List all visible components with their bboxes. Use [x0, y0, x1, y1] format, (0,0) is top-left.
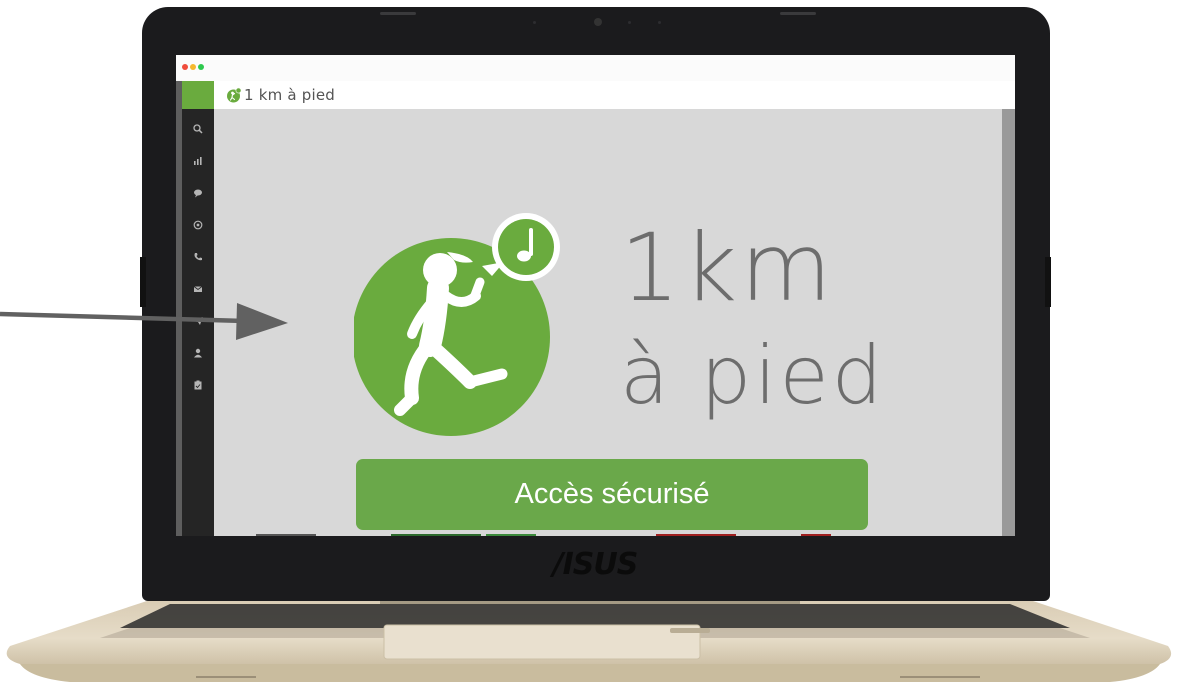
clipboard-icon[interactable] [192, 379, 204, 391]
strip-segment [486, 534, 536, 536]
scrollbar-track[interactable] [1002, 109, 1015, 536]
sidebar-logo-tile[interactable] [182, 81, 214, 109]
webcam [594, 18, 602, 26]
secure-access-button[interactable]: Accès sécurisé [356, 459, 868, 530]
bar-chart-icon[interactable] [192, 155, 204, 167]
laptop-base [0, 598, 1177, 685]
app-logo-icon[interactable] [226, 87, 242, 103]
laptop-base-shape [6, 600, 1172, 682]
user-icon[interactable] [192, 347, 204, 359]
strip-segment [256, 534, 316, 536]
chat-bubble-icon[interactable] [192, 187, 204, 199]
window-minimize-dot[interactable] [190, 64, 196, 70]
laptop-mockup: 1 km à pied 1km à pied Accès sécurisé /I… [0, 0, 1177, 685]
lid-highlight [380, 12, 416, 15]
camera-sensor [628, 21, 631, 24]
window-maximize-dot[interactable] [198, 64, 204, 70]
at-sign-icon[interactable] [192, 219, 204, 231]
lid-hinge-right [1045, 257, 1051, 307]
camera-sensor [658, 21, 661, 24]
phone-icon[interactable] [192, 251, 204, 263]
hero-title-line-2: à pied [620, 329, 886, 422]
lid-highlight [780, 12, 816, 15]
main-content: 1km à pied Accès sécurisé [214, 109, 1015, 536]
app-header: 1 km à pied [214, 81, 1015, 109]
window-close-dot[interactable] [182, 64, 188, 70]
walker-logo-icon [354, 213, 560, 436]
bottom-color-strip [176, 534, 1015, 536]
search-icon[interactable] [192, 123, 204, 135]
asus-brand-logo: /ISUS [552, 547, 639, 582]
app-title: 1 km à pied [244, 86, 335, 104]
laptop-screen: 1 km à pied 1km à pied Accès sécurisé [176, 55, 1015, 536]
hero-title-line-1: 1km [620, 214, 835, 323]
camera-sensor [533, 21, 536, 24]
pointer-arrow [0, 303, 288, 340]
strip-segment [656, 534, 736, 536]
window-titlebar [176, 55, 1015, 81]
strip-segment [391, 534, 481, 536]
strip-segment [801, 534, 831, 536]
